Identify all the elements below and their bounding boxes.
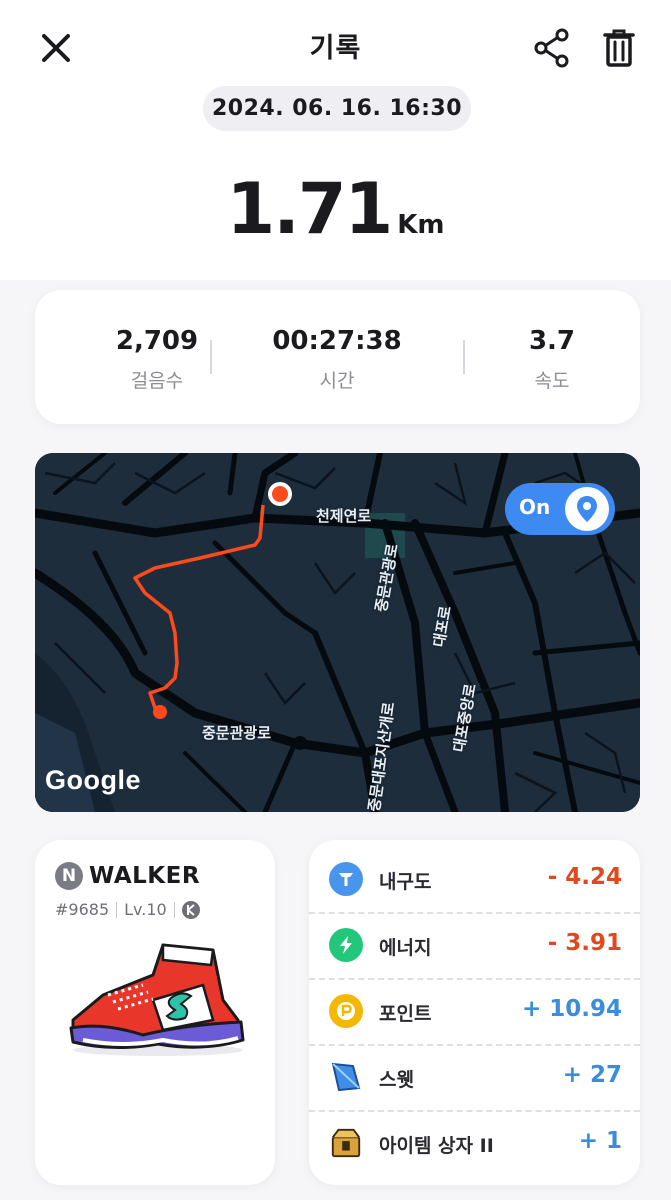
walker-header: N WALKER xyxy=(55,862,200,890)
reward-name: 아이템 상자 II xyxy=(379,1135,494,1157)
rewards-card: 내구도 - 4.24 에너지 - 3.91 포인트 + 10.94 스웻 + 2… xyxy=(309,840,640,1185)
stat-speed: 3.7 속도 xyxy=(462,326,642,393)
session-date: 2024. 06. 16. 16:30 xyxy=(203,86,471,131)
reward-row-item-box: 아이템 상자 II + 1 xyxy=(309,1110,640,1176)
reward-name: 내구도 xyxy=(379,871,432,893)
reward-row-energy: 에너지 - 3.91 xyxy=(309,912,640,978)
trash-icon xyxy=(603,29,635,67)
google-attribution: Google xyxy=(45,765,141,795)
stat-time: 00:27:38 시간 xyxy=(247,326,427,393)
reward-value: + 27 xyxy=(562,1062,622,1088)
stat-steps-label: 걸음수 xyxy=(130,370,184,392)
reward-row-point: 포인트 + 10.94 xyxy=(309,978,640,1044)
share-icon xyxy=(534,28,569,68)
stat-speed-label: 속도 xyxy=(534,370,570,392)
toggle-label: On xyxy=(519,495,551,519)
walker-meta: #9685 Lv.10 xyxy=(55,900,200,919)
reward-row-sweat: 스웻 + 27 xyxy=(309,1044,640,1110)
walker-name: WALKER xyxy=(89,863,201,889)
distance-value: 1.71 xyxy=(226,168,394,250)
stat-divider xyxy=(210,340,212,374)
toggle-knob xyxy=(565,487,609,531)
stat-time-label: 시간 xyxy=(319,370,355,392)
reward-row-durability: 내구도 - 4.24 xyxy=(309,846,640,912)
walker-card[interactable]: N WALKER #9685 Lv.10 xyxy=(35,840,275,1185)
n-badge-icon: N xyxy=(55,862,83,890)
reward-value: - 3.91 xyxy=(547,930,622,956)
reward-value: + 10.94 xyxy=(521,996,622,1022)
location-pin-icon xyxy=(577,496,597,522)
distance-unit: Km xyxy=(397,210,445,240)
walker-id: #9685 xyxy=(55,900,110,919)
map-road-label: 중문관광로 xyxy=(202,724,272,742)
stat-steps-value: 2,709 xyxy=(115,326,199,356)
stat-time-value: 00:27:38 xyxy=(272,326,402,356)
item-box-icon xyxy=(329,1126,363,1160)
map-toggle[interactable]: On xyxy=(505,483,615,535)
reward-name: 에너지 xyxy=(379,937,432,959)
durability-icon xyxy=(329,862,363,896)
point-icon xyxy=(329,994,363,1028)
walker-level: Lv.10 xyxy=(124,900,167,919)
meta-divider xyxy=(116,901,118,918)
sneaker-image xyxy=(69,943,245,1056)
delete-button[interactable] xyxy=(597,24,641,72)
stats-card: 2,709 걸음수 00:27:38 시간 3.7 속도 xyxy=(35,290,640,424)
klaytn-icon xyxy=(181,900,200,919)
reward-name: 스웻 xyxy=(379,1069,414,1091)
map-road-label: 천제연로 xyxy=(316,507,372,525)
reward-value: - 4.24 xyxy=(547,864,622,890)
stat-speed-value: 3.7 xyxy=(528,326,576,356)
share-button[interactable] xyxy=(530,26,574,70)
meta-divider xyxy=(173,901,175,918)
distance-display: 1.71 Km xyxy=(0,168,671,250)
stat-steps: 2,709 걸음수 xyxy=(67,326,247,393)
reward-value: + 1 xyxy=(578,1128,622,1154)
sweat-icon xyxy=(329,1060,363,1094)
reward-name: 포인트 xyxy=(379,1003,432,1025)
energy-icon xyxy=(329,928,363,962)
